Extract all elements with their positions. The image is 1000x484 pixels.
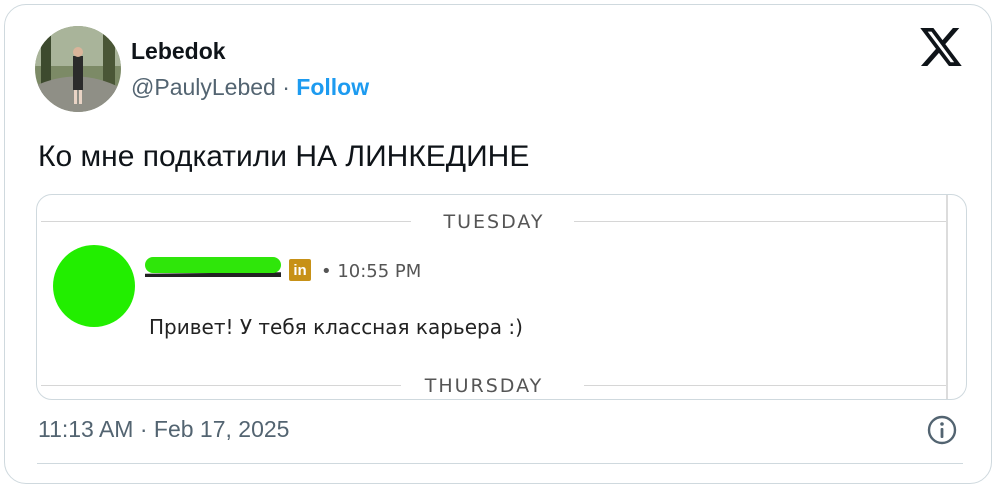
attached-screenshot[interactable]: TUESDAY in • 10:55 PM Привет! У тебя кла… — [36, 194, 967, 400]
chat-screenshot: TUESDAY in • 10:55 PM Привет! У тебя кла… — [41, 195, 948, 399]
linkedin-icon: in — [289, 259, 311, 281]
tweet-timestamp[interactable]: 11:13 AM · Feb 17, 2025 — [38, 416, 289, 443]
day-label: TUESDAY — [443, 211, 545, 233]
follow-button[interactable]: Follow — [296, 74, 369, 100]
divider-line — [41, 385, 401, 386]
separator-dot: · — [282, 74, 290, 100]
day-label: THURSDAY — [424, 375, 544, 397]
message-text: Привет! У тебя классная карьера :) — [149, 315, 523, 339]
author-handle-row: @PaulyLebed · Follow — [131, 74, 369, 101]
author-handle[interactable]: @PaulyLebed — [131, 74, 276, 100]
divider-line — [584, 385, 946, 386]
card-divider — [37, 463, 963, 464]
divider-line — [574, 221, 946, 222]
sender-name-redaction — [145, 257, 281, 273]
tweet-text: Ко мне подкатили НА ЛИНКЕДИНЕ — [38, 140, 530, 173]
x-logo-icon[interactable] — [920, 28, 962, 66]
divider-line — [41, 221, 411, 222]
author-name[interactable]: Lebedok — [131, 38, 226, 65]
info-icon[interactable] — [926, 414, 958, 446]
day-divider-thursday: THURSDAY — [41, 375, 946, 397]
author-avatar[interactable] — [35, 26, 121, 112]
sender-avatar-redacted — [53, 245, 135, 327]
message-time: • 10:55 PM — [321, 261, 422, 282]
day-divider-tuesday: TUESDAY — [41, 211, 946, 233]
